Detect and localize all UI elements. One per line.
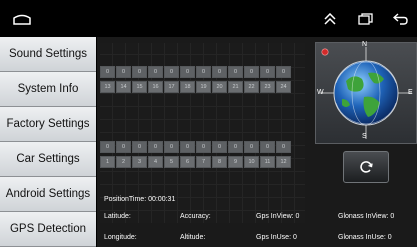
- satellite-signal-value: 0: [164, 141, 179, 153]
- sidebar-item-sound-settings[interactable]: Sound Settings: [0, 37, 96, 72]
- satellite-id: 12: [276, 156, 291, 168]
- satellite-signal-value: 0: [228, 66, 243, 78]
- satellite-id: 13: [100, 81, 115, 93]
- sidebar: Sound Settings System Info Factory Setti…: [0, 37, 97, 247]
- recents-icon[interactable]: [355, 0, 375, 37]
- satellite-id: 19: [196, 81, 211, 93]
- satellite-signal-value: 0: [164, 66, 179, 78]
- satellite-id: 4: [148, 156, 163, 168]
- satellite-id: 6: [180, 156, 195, 168]
- satellite-signal-value: 0: [196, 66, 211, 78]
- satellite-id: 7: [196, 156, 211, 168]
- satellite-id: 22: [244, 81, 259, 93]
- satellite-signal-value: 0: [180, 66, 195, 78]
- compass-west-label: W: [317, 89, 324, 96]
- home-icon[interactable]: [10, 0, 34, 37]
- satellite-signal-value: 0: [244, 66, 259, 78]
- sidebar-item-gps-detection[interactable]: GPS Detection: [0, 212, 96, 247]
- satellite-signal-value: 0: [196, 141, 211, 153]
- satellite-signal-value: 0: [260, 141, 275, 153]
- satellite-signal-value: 0: [212, 141, 227, 153]
- satellite-id: 11: [260, 156, 275, 168]
- satellite-id: 5: [164, 156, 179, 168]
- latitude-label: Latitude:: [104, 213, 131, 220]
- satellite-id: 20: [212, 81, 227, 93]
- status-bar: [0, 0, 417, 37]
- sidebar-item-system-info[interactable]: System Info: [0, 72, 96, 107]
- altitude-label: Altitude:: [180, 234, 206, 241]
- satellite-id: 1: [100, 156, 115, 168]
- satellite-group-13-24: 0 0 0 0 0 0 0 0 0 0 0 0 13 14 15 16 17 1…: [100, 66, 292, 96]
- satellite-signal-value: 0: [260, 66, 275, 78]
- compass-north-label: N: [362, 41, 368, 48]
- satellite-id: 24: [276, 81, 291, 93]
- compass-east-label: E: [408, 89, 413, 96]
- gps-detection-panel: 0 0 0 0 0 0 0 0 0 0 0 0 13 14 15 16 17 1…: [97, 37, 417, 247]
- gps-in-use: Gps InUse: 0: [256, 234, 297, 241]
- satellite-signal-value: 0: [276, 141, 291, 153]
- satellite-id: 15: [132, 81, 147, 93]
- satellite-signal-value: 0: [212, 66, 227, 78]
- satellite-id: 3: [132, 156, 147, 168]
- satellite-signal-value: 0: [100, 141, 115, 153]
- satellite-signal-value: 0: [244, 141, 259, 153]
- satellite-id: 9: [228, 156, 243, 168]
- satellite-signal-value: 0: [228, 141, 243, 153]
- compass-panel: N S E W: [315, 41, 417, 144]
- satellite-signal-value: 0: [132, 66, 147, 78]
- back-icon[interactable]: [390, 0, 410, 37]
- satellite-signal-value: 0: [180, 141, 195, 153]
- position-time: PositionTime: 00:00:31: [104, 196, 176, 203]
- satellite-id: 17: [164, 81, 179, 93]
- satellite-id: 14: [116, 81, 131, 93]
- satellite-signal-value: 0: [148, 141, 163, 153]
- double-chevron-up-icon[interactable]: [320, 0, 340, 37]
- compass-south-label: S: [362, 133, 367, 140]
- satellite-signal-value: 0: [132, 141, 147, 153]
- satellite-id: 2: [116, 156, 131, 168]
- longitude-label: Longitude:: [104, 234, 137, 241]
- accuracy-label: Accuracy:: [180, 213, 211, 220]
- sidebar-item-factory-settings[interactable]: Factory Settings: [0, 107, 96, 142]
- globe-compass-icon: [320, 47, 412, 139]
- satellite-id: 10: [244, 156, 259, 168]
- glonass-in-use: Glonass InUse: 0: [338, 234, 392, 241]
- satellite-id: 16: [148, 81, 163, 93]
- satellite-id: 8: [212, 156, 227, 168]
- satellite-signal-value: 0: [276, 66, 291, 78]
- gps-in-view: Gps InView: 0: [256, 213, 300, 220]
- satellite-id: 23: [260, 81, 275, 93]
- satellite-id: 21: [228, 81, 243, 93]
- refresh-button[interactable]: [343, 151, 389, 183]
- satellite-signal-value: 0: [100, 66, 115, 78]
- refresh-icon: [360, 161, 373, 173]
- satellite-signal-value: 0: [116, 141, 131, 153]
- gps-status-indicator: [321, 48, 329, 56]
- satellite-group-1-12: 0 0 0 0 0 0 0 0 0 0 0 0 1 2 3 4 5 6 7 8 …: [100, 141, 292, 171]
- glonass-in-view: Glonass InView: 0: [338, 213, 395, 220]
- sidebar-item-car-settings[interactable]: Car Settings: [0, 142, 96, 177]
- satellite-signal-value: 0: [116, 66, 131, 78]
- satellite-id: 18: [180, 81, 195, 93]
- satellite-signal-value: 0: [148, 66, 163, 78]
- sidebar-item-android-settings[interactable]: Android Settings: [0, 177, 96, 212]
